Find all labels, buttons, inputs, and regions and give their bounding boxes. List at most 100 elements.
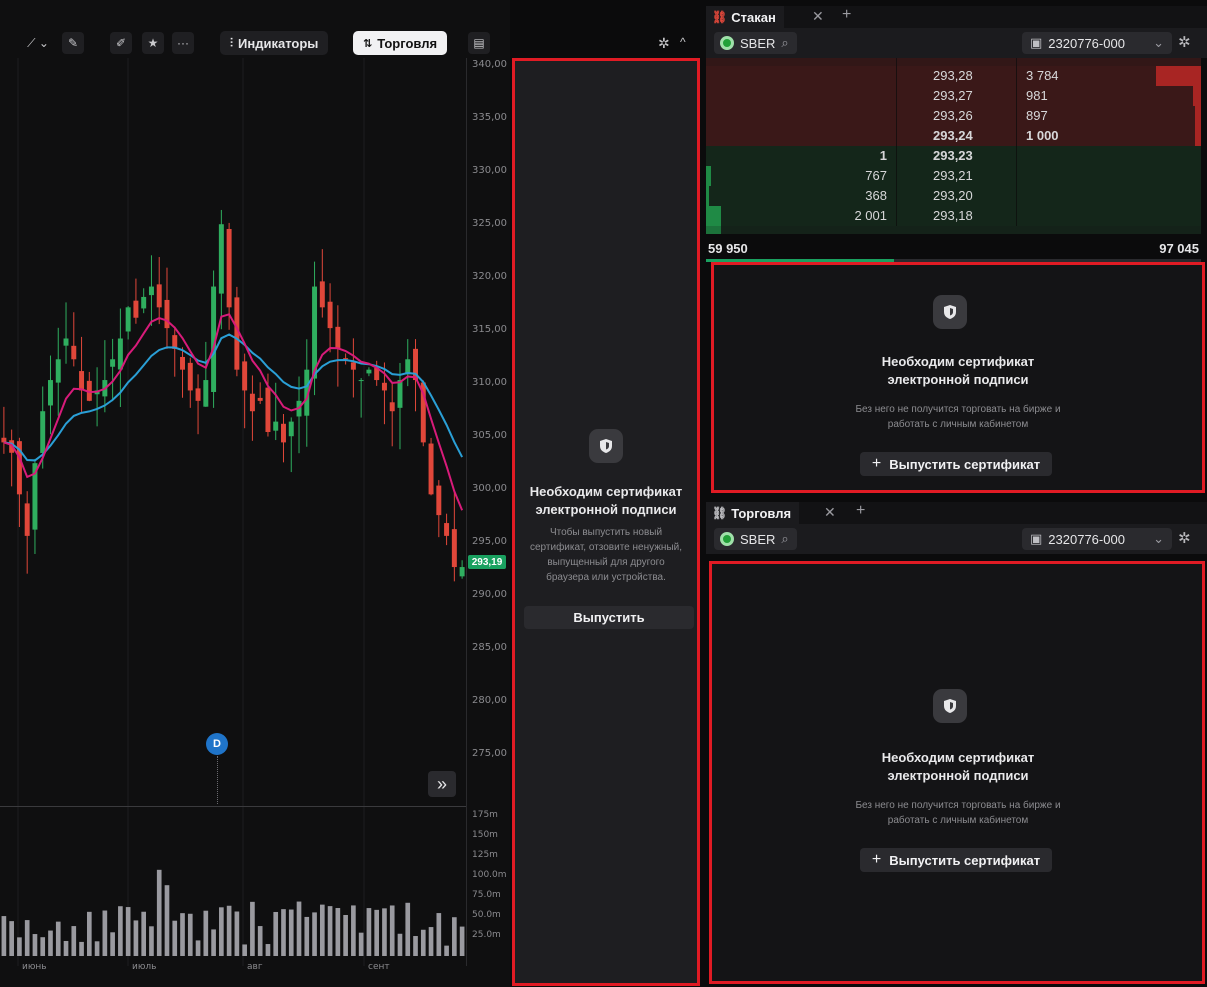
candle-body (350, 362, 356, 370)
account-selector[interactable]: ▣ 2320776-000 ⌄ (1022, 528, 1172, 550)
account-selector[interactable]: ▣ 2320776-000 ⌄ (1022, 32, 1172, 54)
ask-price: 293,28 (933, 68, 973, 83)
order-book-ask-row[interactable]: 293,26 897 (706, 106, 1201, 126)
dividend-marker[interactable]: D (206, 733, 228, 755)
bid-price: 293,18 (933, 208, 973, 223)
volume-bar (459, 926, 465, 956)
ticker-selector[interactable]: SBER ⌕ (714, 32, 797, 54)
issue-button[interactable]: Выпустить (524, 606, 694, 629)
order-book-ask-row[interactable]: 293,27 981 (706, 86, 1201, 106)
bid-volume: 1 (879, 148, 887, 163)
order-book-ask-row[interactable]: 293,24 1 000 (706, 126, 1201, 146)
price-tick: 320,00 (472, 271, 507, 282)
volume-bar (366, 908, 372, 956)
ob-column-divider (896, 66, 897, 86)
collapse-chevron-icon[interactable]: ^ (680, 35, 686, 49)
certificate-title: Необходим сертификат электронной подписи (881, 750, 1035, 783)
price-tick: 335,00 (472, 112, 507, 123)
volume-bar (389, 905, 395, 956)
ask-price: 293,26 (933, 108, 973, 123)
order-book-ask-row[interactable]: 293,28 3 784 (706, 66, 1201, 86)
volume-bar (257, 926, 263, 956)
candle-body (366, 369, 372, 374)
order-book-ask-row[interactable] (706, 58, 1201, 66)
settings-gear-icon[interactable]: ✲ (1178, 529, 1191, 547)
month-label: сент (368, 962, 390, 972)
issue-certificate-button[interactable]: + Выпустить сертификат (860, 848, 1052, 872)
trading-button[interactable]: ⇅ Торговля (353, 31, 448, 55)
candle-body (280, 423, 286, 443)
volume-bar (164, 885, 170, 956)
order-book-bid-row[interactable]: 2 001 293,18 (706, 206, 1201, 226)
last-price-tag: 293,19 (468, 555, 506, 569)
tab-orderbook[interactable]: ⛓ Стакан (706, 6, 784, 28)
search-icon: ⌕ (781, 35, 789, 50)
ticker-label: SBER (740, 35, 776, 51)
chart-type-icon[interactable]: ⟋ ⌄ (20, 32, 56, 54)
ob-column-divider (1016, 58, 1017, 66)
tab-trading[interactable]: ⛓ Торговля (706, 502, 800, 524)
bid-volume: 2 001 (854, 208, 887, 223)
settings-gear-icon[interactable]: ✲ (1178, 33, 1191, 51)
indicators-button[interactable]: ⫶ Индикаторы (220, 31, 329, 55)
calculator-icon[interactable]: ▤ (468, 32, 490, 54)
volume-tick: 100.0m (472, 870, 507, 880)
total-bids: 59 950 (708, 241, 748, 256)
certificate-description: Без него не получится торговать на бирже… (855, 800, 1061, 826)
volume-bar (102, 910, 108, 956)
price-tick: 280,00 (472, 695, 507, 706)
volume-bar (265, 944, 271, 956)
chart-settings-gear-icon[interactable]: ✲ (658, 35, 670, 52)
certificate-title: Необходим сертификат электронной подписи (881, 354, 1035, 387)
volume-bar (195, 940, 201, 956)
orderbook-tabbar: ⛓ Стакан ✕ + (706, 6, 1207, 28)
volume-bar (242, 944, 247, 956)
price-chart[interactable] (0, 58, 466, 966)
volume-bar (156, 869, 162, 956)
shield-icon (933, 295, 967, 329)
bid-price: 293,23 (933, 148, 973, 163)
order-book-bid-row[interactable]: 767 293,21 (706, 166, 1201, 186)
volume-bar (9, 921, 14, 956)
volume-bar (374, 909, 380, 956)
add-tab-icon[interactable]: + (842, 6, 851, 24)
draw-pen-icon[interactable]: ✎ (62, 32, 84, 54)
volume-bar (32, 934, 38, 956)
ticker-selector[interactable]: SBER ⌕ (714, 528, 797, 550)
close-icon[interactable]: ✕ (824, 504, 836, 521)
more-icon[interactable]: ··· (172, 32, 194, 54)
ask-volume: 981 (1026, 88, 1048, 103)
link-icon: ⛓ (712, 506, 728, 520)
order-book-bid-row[interactable] (706, 226, 1201, 234)
issue-certificate-button[interactable]: + Выпустить сертификат (860, 452, 1052, 476)
candle-body (257, 397, 263, 401)
ob-column-divider (896, 146, 897, 166)
price-tick: 285,00 (472, 642, 507, 653)
candle-body (397, 380, 403, 408)
volume-bar (234, 911, 240, 956)
order-book-bid-row[interactable]: 1 293,23 (706, 146, 1201, 166)
bid-volume-bar (706, 206, 721, 226)
issue-button-label: Выпустить (573, 610, 645, 625)
volume-bar (172, 920, 178, 956)
volume-bar (149, 926, 154, 956)
scroll-right-button[interactable]: » (428, 771, 456, 797)
volume-bar (281, 909, 286, 956)
order-book-bid-row[interactable]: 368 293,20 (706, 186, 1201, 206)
chart-panel[interactable]: ⟋ ⌄ ✎ ✐ ★ ··· ⫶ Индикаторы ⇅ Торговля ▤ … (0, 0, 686, 987)
chevron-down-icon: ⌄ (1153, 35, 1164, 50)
price-tick: 310,00 (472, 377, 507, 388)
price-tick: 290,00 (472, 589, 507, 600)
volume-bar (288, 909, 294, 956)
bid-price: 293,21 (933, 168, 973, 183)
price-tick: 295,00 (472, 536, 507, 547)
star-icon[interactable]: ★ (142, 32, 164, 54)
price-tick: 340,00 (472, 59, 507, 70)
drawing-tools-icon[interactable]: ✐ (110, 32, 132, 54)
volume-bar (436, 913, 442, 956)
close-icon[interactable]: ✕ (812, 8, 824, 25)
ob-column-divider (896, 58, 897, 66)
volume-bar (405, 902, 411, 956)
ob-column-divider (1016, 206, 1017, 226)
add-tab-icon[interactable]: + (856, 502, 865, 520)
